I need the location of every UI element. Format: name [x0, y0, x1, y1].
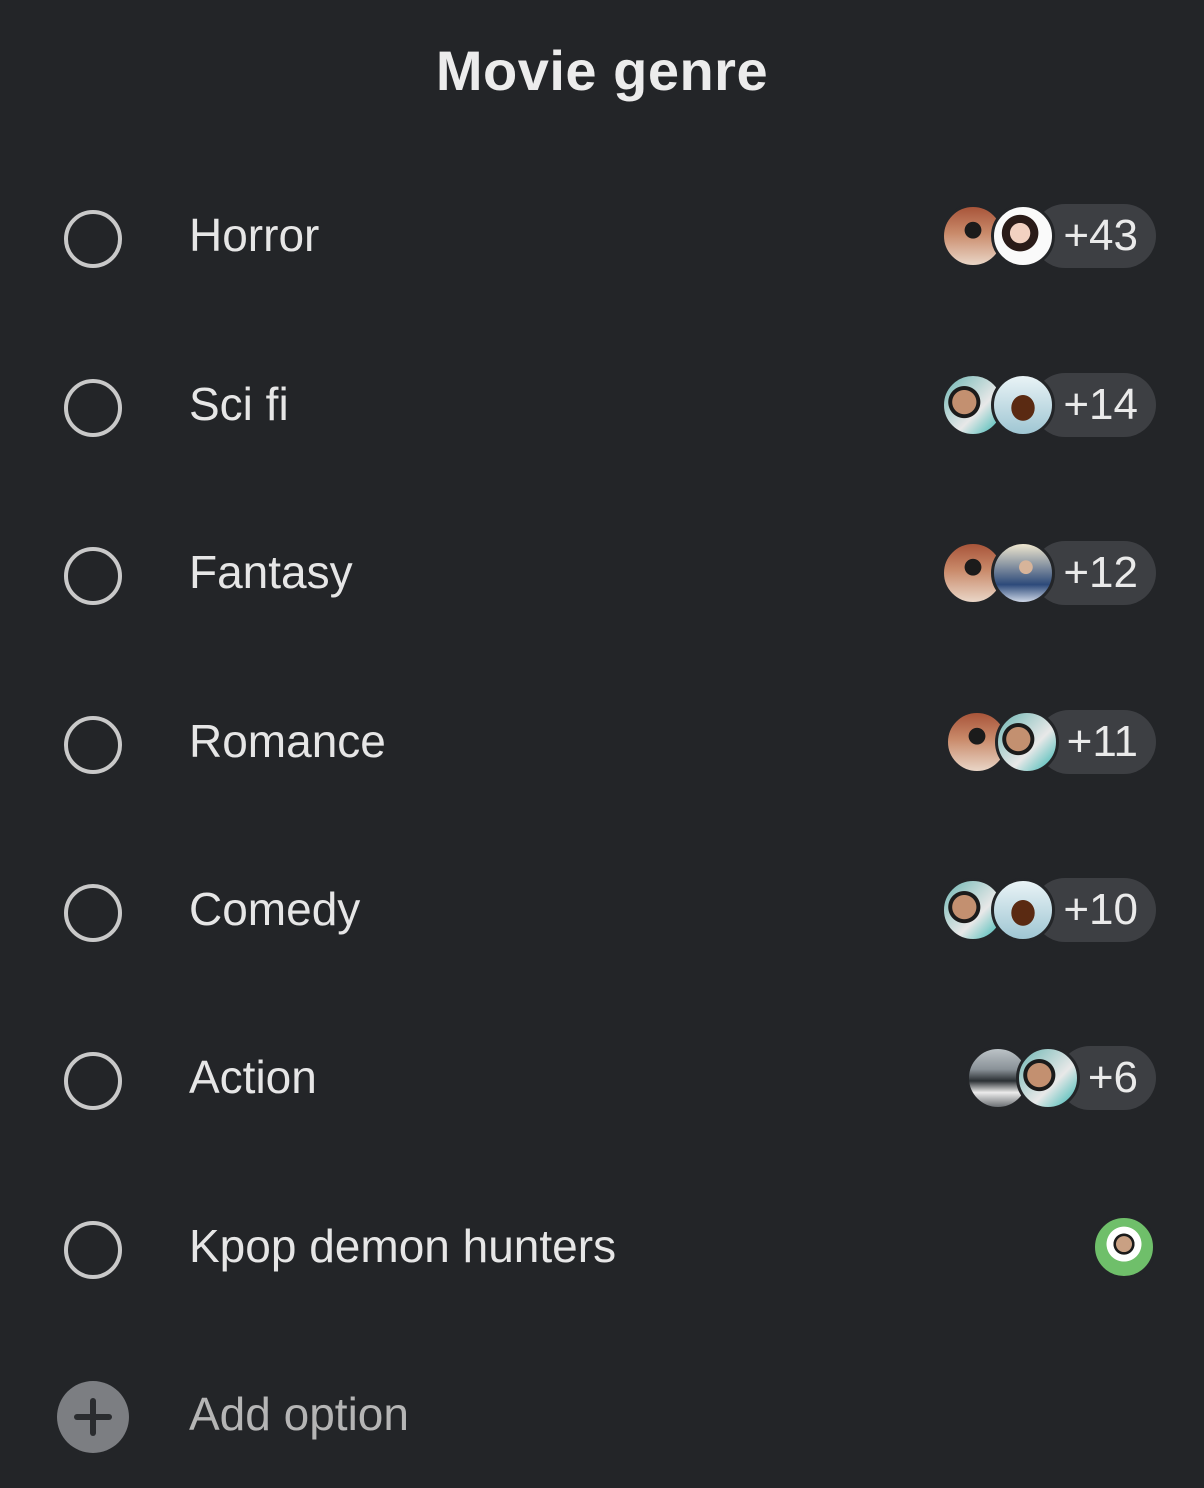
voter-avatars[interactable]: +43: [941, 203, 1156, 269]
poll-option-comedy[interactable]: Comedy +10: [0, 848, 1204, 978]
voter-avatars[interactable]: +12: [941, 540, 1156, 606]
poll-option-romance[interactable]: Romance +11: [0, 680, 1204, 810]
option-label: Fantasy: [189, 546, 353, 598]
voter-avatars[interactable]: +10: [941, 877, 1156, 943]
option-label: Action: [189, 1051, 317, 1103]
radio-button-icon[interactable]: [64, 379, 122, 437]
voter-avatar: [991, 373, 1056, 437]
option-label: Horror: [189, 209, 320, 261]
voter-avatars[interactable]: [1092, 1214, 1156, 1280]
voter-avatars[interactable]: +14: [941, 372, 1156, 438]
option-label: Romance: [189, 715, 386, 767]
option-label: Kpop demon hunters: [189, 1220, 617, 1272]
option-label: Sci fi: [189, 378, 289, 430]
voter-avatar: [1092, 1215, 1156, 1279]
voter-avatars[interactable]: +6: [965, 1045, 1156, 1111]
poll-container: Movie genre Horror +43 Sci fi +14 Fantas…: [0, 0, 1204, 1488]
poll-option-fantasy[interactable]: Fantasy +12: [0, 511, 1204, 641]
voter-avatar: [1015, 1046, 1080, 1110]
radio-button-icon[interactable]: [64, 547, 122, 605]
option-label: Comedy: [189, 883, 361, 935]
voter-avatar: [994, 710, 1059, 774]
poll-option-sci-fi[interactable]: Sci fi +14: [0, 343, 1204, 473]
voter-avatar: [991, 878, 1056, 942]
poll-title: Movie genre: [435, 39, 769, 102]
plus-icon[interactable]: [57, 1381, 129, 1453]
radio-button-icon[interactable]: [64, 210, 122, 268]
add-option-button[interactable]: Add option: [0, 1355, 1204, 1485]
radio-button-icon[interactable]: [64, 1052, 122, 1110]
poll-option-kpop-demon-hunters[interactable]: Kpop demon hunters: [0, 1185, 1204, 1315]
voter-avatar: [991, 541, 1056, 605]
voter-avatar: [991, 204, 1056, 268]
poll-option-action[interactable]: Action +6: [0, 1016, 1204, 1146]
radio-button-icon[interactable]: [64, 1221, 122, 1279]
poll-option-horror[interactable]: Horror +43: [0, 174, 1204, 304]
add-option-label: Add option: [189, 1388, 409, 1440]
radio-button-icon[interactable]: [64, 884, 122, 942]
radio-button-icon[interactable]: [64, 716, 122, 774]
voter-avatars[interactable]: +11: [944, 709, 1156, 775]
